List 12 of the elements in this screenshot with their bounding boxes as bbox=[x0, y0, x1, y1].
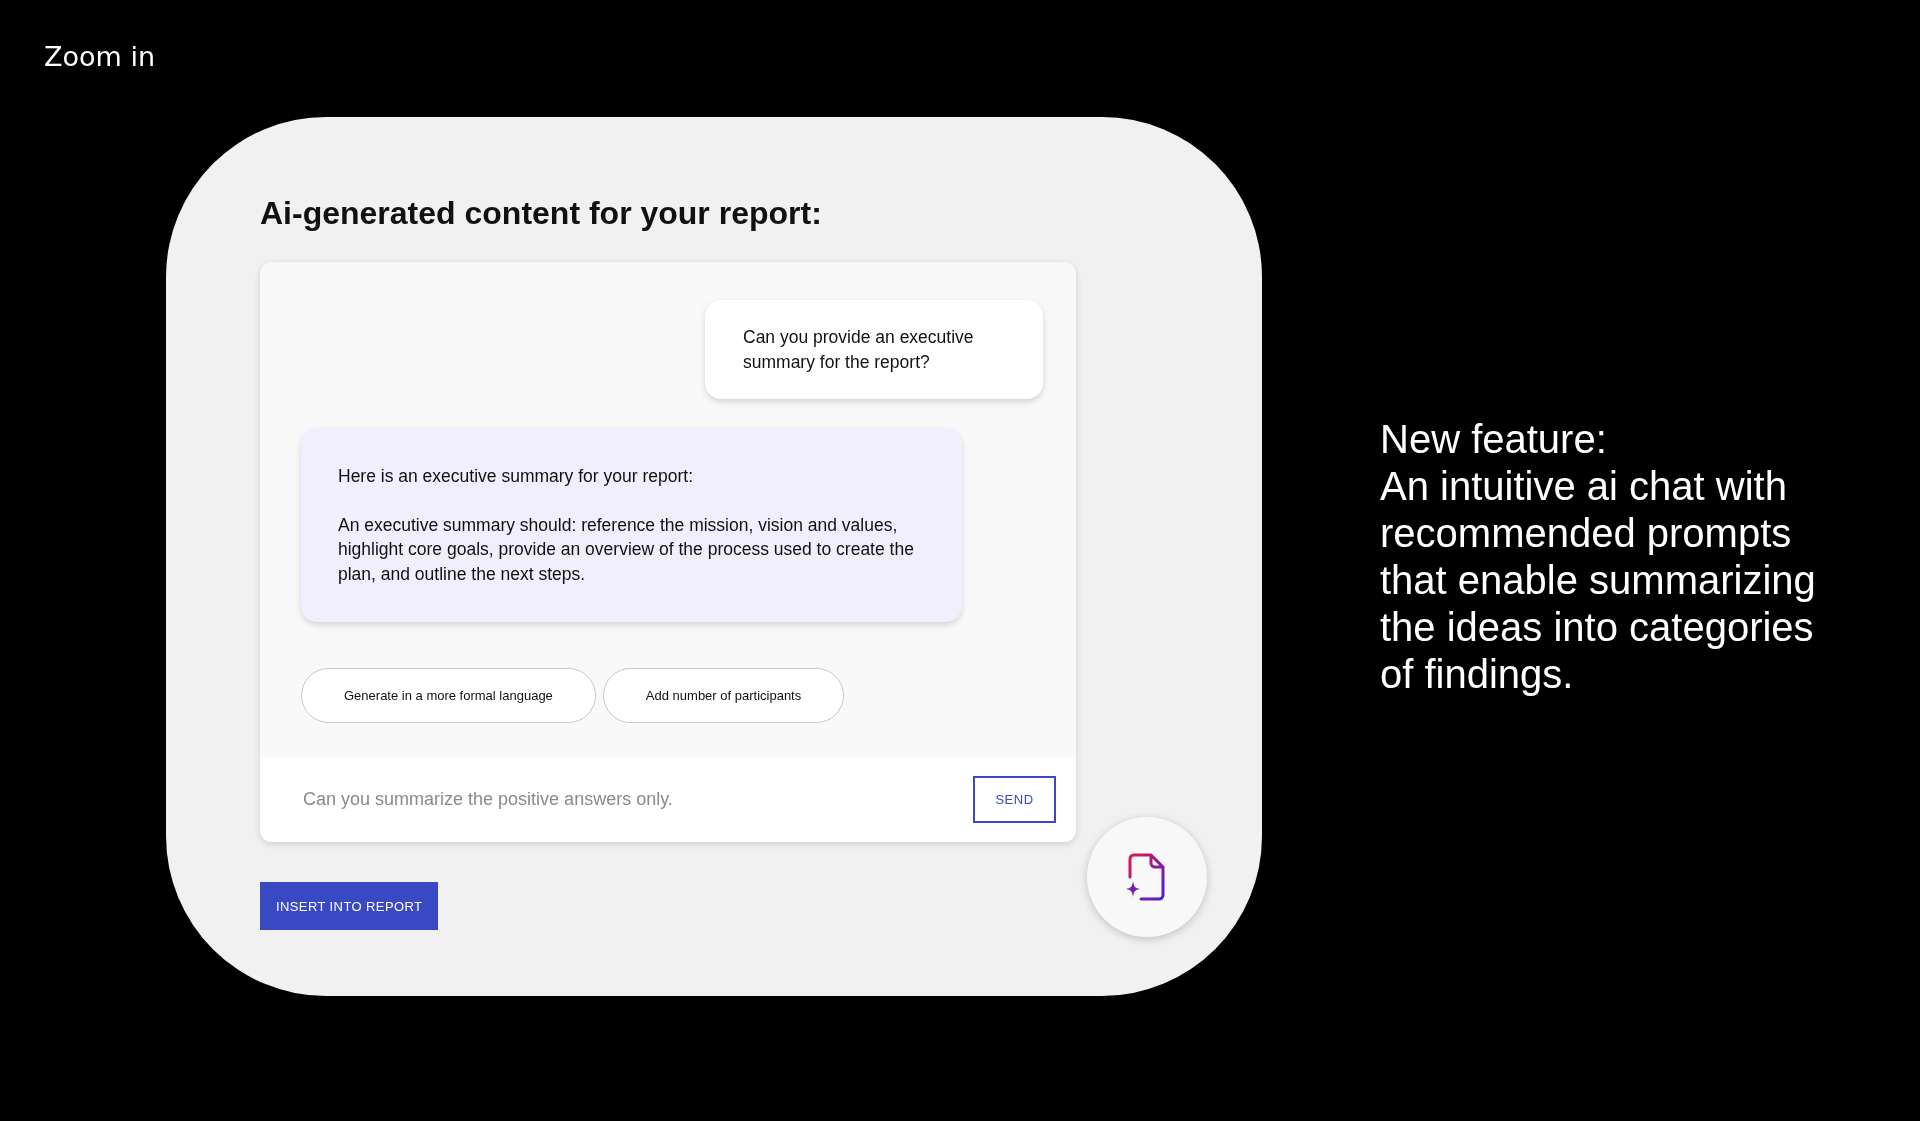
suggestion-chip[interactable]: Generate in a more formal language bbox=[301, 668, 596, 723]
slide-title: Zoom in bbox=[44, 40, 157, 74]
suggestion-chip[interactable]: Add number of participants bbox=[602, 668, 845, 723]
insert-button[interactable]: INSERT INTO REPORT bbox=[260, 882, 439, 930]
ai-document-button[interactable] bbox=[1087, 817, 1207, 937]
assistant-message-bubble: Here is an executive summary for your report: An executive summary should: reference the mission, vision and values, highlight core goals, provide an overview of the process used to create the plan, and outline the next steps. bbox=[301, 428, 962, 622]
feature-description: An intuitive ai chat with recommended prompts that enable summarizing the ideas into categories of findings. bbox=[1380, 462, 1817, 698]
screen-heading: Ai-generated content for your report: bbox=[260, 194, 823, 232]
send-button[interactable]: SEND bbox=[973, 776, 1056, 823]
message-input-field[interactable]: Can you summarize the positive answers only. SEND bbox=[260, 757, 1076, 842]
user-message-bubble: Can you provide an executive summary for the report? bbox=[705, 300, 1043, 399]
feature-title: New feature: bbox=[1380, 415, 1608, 463]
